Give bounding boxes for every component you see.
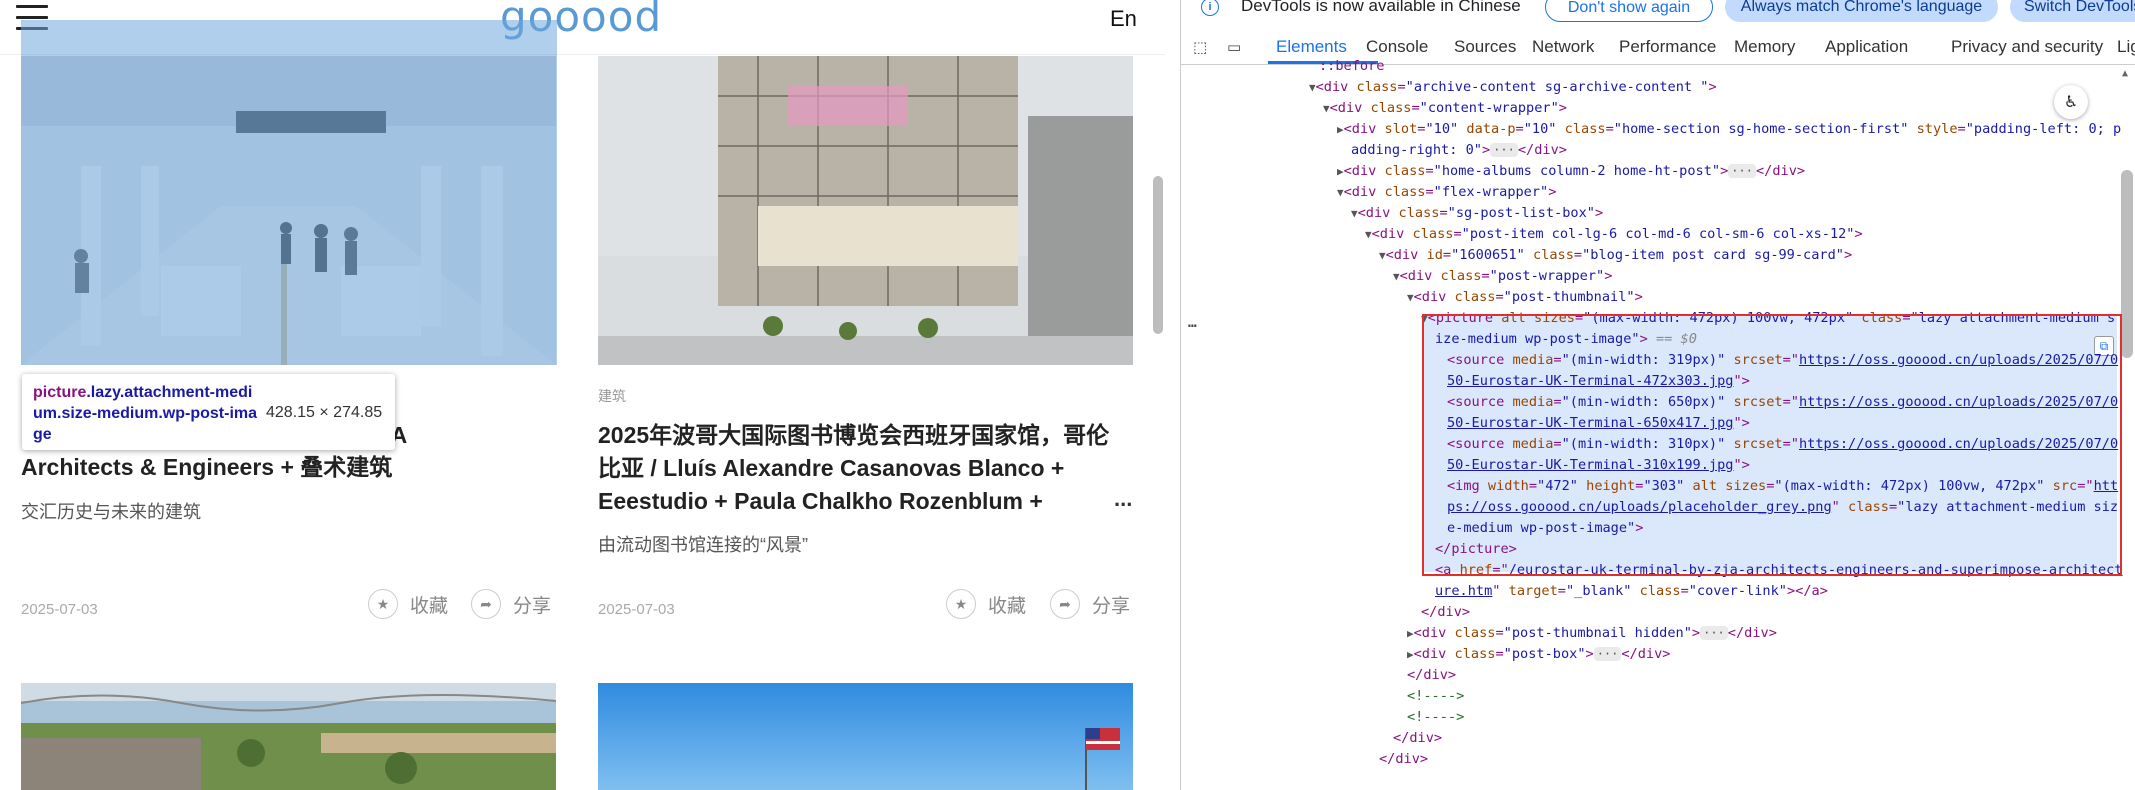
dom-node-close[interactable]: </div>	[1421, 602, 1470, 623]
red-annotation-box	[1422, 314, 2122, 576]
star-icon: ★	[368, 589, 398, 619]
card-1-share-button[interactable]: ➦ 分享	[471, 589, 551, 619]
tab-privacy-security[interactable]: Privacy and security	[1951, 37, 2103, 57]
card-3-thumbnail[interactable]	[21, 683, 556, 790]
tooltip-selector: picture.lazy.attachment-medium.size-medi…	[33, 384, 258, 443]
devtools-scrollbar[interactable]	[2121, 170, 2133, 358]
tab-network[interactable]: Network	[1532, 37, 1594, 57]
sky-photo	[598, 683, 1133, 790]
dom-node[interactable]: ▼<div class="post-item col-lg-6 col-md-6…	[1365, 224, 1863, 245]
language-switch[interactable]: En	[1110, 6, 1137, 32]
dom-node-cont: ure.htm" target="_blank" class="cover-li…	[1435, 583, 1828, 599]
star-icon: ★	[946, 589, 976, 619]
dom-node[interactable]: ▶<div class="post-box"> ··· </div>	[1407, 644, 1670, 665]
info-icon: i	[1201, 0, 1219, 16]
switch-devtools-chinese-button[interactable]: Switch DevTools to Chinese	[2010, 0, 2135, 22]
park-photo	[21, 683, 556, 790]
card-2-share-button[interactable]: ➦ 分享	[1050, 589, 1130, 619]
tab-lighthouse[interactable]: Lighthouse	[2117, 37, 2135, 57]
card-2-subtitle: 由流动图书馆连接的“风景”	[598, 535, 808, 555]
dom-node[interactable]: ▼<div class="archive-content sg-archive-…	[1309, 77, 1717, 98]
card-2-category[interactable]: 建筑	[598, 386, 626, 406]
language-infobar: i DevTools is now available in Chinese D…	[1181, 0, 2135, 24]
dom-node[interactable]: ▼<div class="flex-wrapper">	[1337, 182, 1556, 203]
tooltip-dimensions: 428.15 × 274.85	[266, 404, 383, 421]
dom-node[interactable]: ▼<div id="1600651" class="blog-item post…	[1379, 245, 1852, 266]
dom-comment[interactable]: <!---->	[1407, 707, 1464, 728]
pavilion-photo	[598, 56, 1133, 365]
dom-node[interactable]: ▶<div class="post-thumbnail hidden"> ··· <…	[1407, 623, 1777, 644]
dom-node[interactable]: ▼<div class="content-wrapper">	[1323, 98, 1567, 119]
dom-node[interactable]: ▶<div class="home-albums column-2 home-h…	[1337, 161, 1805, 182]
card-1-fav-button[interactable]: ★ 收藏	[368, 589, 448, 619]
dom-node-close[interactable]: </div>	[1407, 665, 1456, 686]
tab-memory[interactable]: Memory	[1734, 37, 1795, 57]
node-actions-dots[interactable]: ⋯	[1188, 318, 1196, 334]
inspect-tooltip: picture.lazy.attachment-medium.size-medi…	[22, 374, 395, 450]
infobar-message: DevTools is now available in Chinese	[1241, 0, 1521, 15]
card-2-date: 2025-07-03	[598, 601, 675, 618]
card-2-thumbnail[interactable]	[598, 56, 1133, 365]
tab-performance[interactable]: Performance	[1619, 37, 1716, 57]
tab-elements[interactable]: Elements	[1276, 37, 1347, 57]
device-toolbar-icon[interactable]: ▭	[1227, 38, 1245, 56]
card-2-fav-button[interactable]: ★ 收藏	[946, 589, 1026, 619]
share-icon: ➦	[471, 589, 501, 619]
tab-console[interactable]: Console	[1366, 37, 1428, 57]
dom-node-close[interactable]: </div>	[1379, 749, 1428, 770]
share-icon: ➦	[1050, 589, 1080, 619]
scroll-up-arrow[interactable]: ▲	[2122, 68, 2128, 79]
page-scrollbar[interactable]	[1153, 176, 1163, 334]
inspect-highlight-overlay	[21, 20, 557, 365]
tab-application[interactable]: Application	[1825, 37, 1908, 57]
dom-comment[interactable]: <!---->	[1407, 686, 1464, 707]
dom-node[interactable]: ▼<div class="post-wrapper">	[1393, 266, 1612, 287]
dom-node[interactable]: ::before	[1319, 56, 1384, 77]
dom-node-close[interactable]: </div>	[1393, 728, 1442, 749]
dom-node-cont: adding-right: 0"> ··· </div>	[1351, 142, 1567, 158]
card-4-thumbnail[interactable]	[598, 683, 1133, 790]
card-1-date: 2025-07-03	[21, 601, 98, 618]
dom-node[interactable]: ▼<div class="sg-post-list-box">	[1351, 203, 1603, 224]
card-1-subtitle: 交汇历史与未来的建筑	[21, 502, 201, 522]
inspect-element-icon[interactable]: ⬚	[1193, 38, 1211, 56]
title-ellipsis: ...	[1114, 486, 1133, 511]
website-viewport: gooood En / ZJA Architects & Engineers +…	[0, 0, 1165, 790]
always-match-language-button[interactable]: Always match Chrome's language	[1725, 0, 1998, 22]
tab-sources[interactable]: Sources	[1454, 37, 1516, 57]
dom-node[interactable]: ▶<div slot="10" data-p="10" class="home-…	[1337, 119, 2121, 140]
accessibility-icon[interactable]: ♿	[2054, 85, 2088, 119]
dom-node[interactable]: ▼<div class="post-thumbnail">	[1407, 287, 1643, 308]
dont-show-again-button[interactable]: Don't show again	[1545, 0, 1713, 22]
